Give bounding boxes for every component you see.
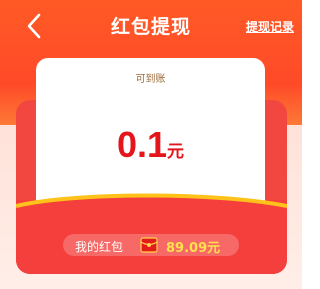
red-envelope-icon: [140, 237, 158, 253]
receivable-amount: 0.1元: [36, 124, 265, 166]
my-red-packet-amount: 89.09元: [166, 241, 221, 256]
withdraw-records-link[interactable]: 提现记录: [246, 18, 294, 35]
amount-value: 0.1: [116, 124, 168, 165]
my-red-packet-balance[interactable]: 我的红包 89.09元: [63, 234, 239, 256]
receivable-label: 可到账: [135, 74, 166, 85]
withdraw-page: 红包提现 提现记录 可到账 0.1元 我的红包 89.09元: [0, 0, 302, 289]
envelope-flap-curve: [16, 193, 287, 226]
my-red-packet-label: 我的红包: [75, 240, 124, 254]
amount-unit: 元: [167, 142, 185, 162]
